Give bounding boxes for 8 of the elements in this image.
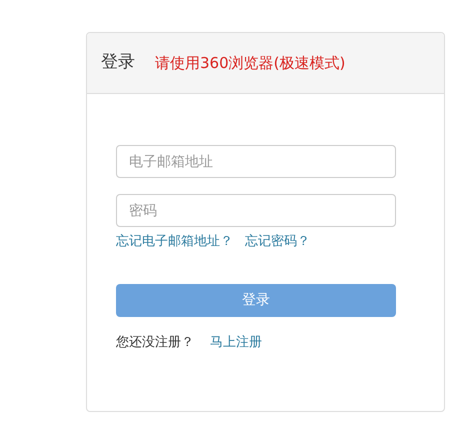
browser-notice: 请使用360浏览器(极速模式) <box>155 52 346 74</box>
panel-title: 登录 <box>101 51 135 74</box>
input-field[interactable]: 密码 <box>116 194 396 227</box>
register-link[interactable]: 马上注册 <box>210 332 262 352</box>
register-prompt: 您还没注册？ <box>116 334 194 352</box>
input-field[interactable]: 电子邮箱地址 <box>116 145 396 178</box>
forgot-link[interactable]: 忘记电子邮箱地址？ <box>116 232 233 252</box>
forgot-link[interactable]: 忘记密码？ <box>245 232 310 252</box>
